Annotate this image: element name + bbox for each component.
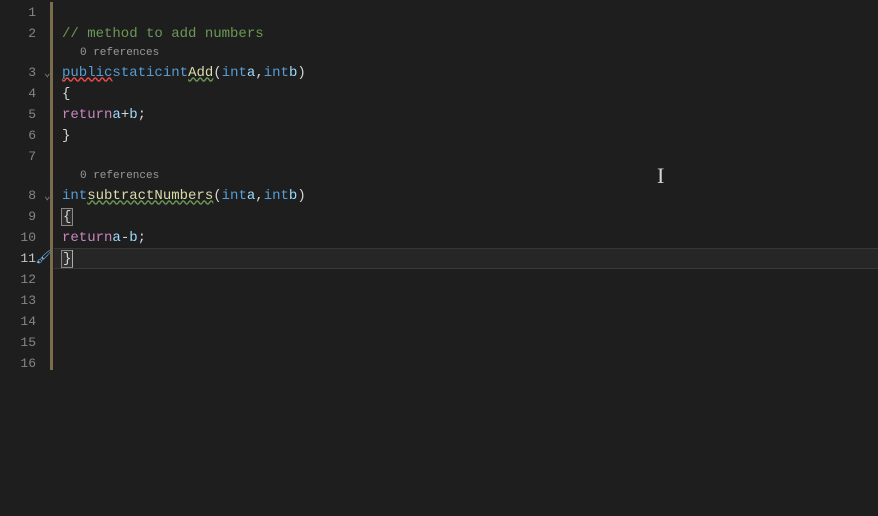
gutter-spacer bbox=[0, 167, 50, 185]
comment-text: // method to add numbers bbox=[62, 26, 264, 42]
operator-minus: - bbox=[121, 230, 129, 246]
line-number: 4 bbox=[0, 83, 50, 104]
code-line[interactable]: { bbox=[54, 83, 878, 104]
type-int: int bbox=[264, 188, 289, 204]
line-number: 5 bbox=[0, 104, 50, 125]
function-name: subtractNumbers bbox=[87, 188, 213, 204]
line-number-text: 11 bbox=[20, 251, 36, 266]
line-number-gutter: 1 2 3 4 5 6 7 8 9 10 11 🖌 12 13 14 15 16 bbox=[0, 0, 50, 516]
var-b: b bbox=[129, 107, 137, 123]
comma: , bbox=[255, 188, 263, 204]
line-number: 10 bbox=[0, 227, 50, 248]
code-line[interactable]: return a - b; bbox=[54, 227, 878, 248]
line-number: 15 bbox=[0, 332, 50, 353]
var-a: a bbox=[112, 107, 120, 123]
code-line[interactable] bbox=[54, 332, 878, 353]
code-line[interactable]: // method to add numbers bbox=[54, 23, 878, 44]
param-a: a bbox=[247, 65, 255, 81]
chevron-down-icon[interactable]: ⌄ bbox=[44, 66, 51, 80]
keyword-return: return bbox=[62, 230, 112, 246]
semicolon: ; bbox=[138, 107, 146, 123]
keyword-public: public bbox=[62, 65, 112, 81]
code-line[interactable] bbox=[54, 290, 878, 311]
text-caret bbox=[72, 250, 73, 267]
brace-close: } bbox=[62, 128, 70, 144]
type-int: int bbox=[163, 65, 188, 81]
code-line[interactable]: { bbox=[54, 206, 878, 227]
change-bar bbox=[50, 2, 53, 370]
var-a: a bbox=[112, 230, 120, 246]
codelens-references[interactable]: 0 references bbox=[54, 44, 878, 62]
paren-close: ) bbox=[297, 188, 305, 204]
code-line[interactable]: } bbox=[54, 125, 878, 146]
codelens-references[interactable]: 0 references bbox=[54, 167, 878, 185]
line-number-current: 11 🖌 bbox=[0, 248, 50, 269]
line-number: 6 bbox=[0, 125, 50, 146]
code-line-current[interactable]: } bbox=[54, 248, 878, 269]
semicolon: ; bbox=[138, 230, 146, 246]
chevron-down-icon[interactable]: ⌄ bbox=[44, 189, 51, 203]
line-number: 14 bbox=[0, 311, 50, 332]
keyword-static: static bbox=[112, 65, 162, 81]
brace-open: { bbox=[62, 86, 70, 102]
code-line[interactable] bbox=[54, 2, 878, 23]
code-line[interactable] bbox=[54, 146, 878, 167]
line-number: 7 bbox=[0, 146, 50, 167]
paren-close: ) bbox=[297, 65, 305, 81]
param-b: b bbox=[289, 188, 297, 204]
gutter-spacer bbox=[0, 44, 50, 62]
code-line[interactable]: ⌄ public static int Add(int a, int b) bbox=[54, 62, 878, 83]
code-line[interactable]: ⌄ int subtractNumbers(int a, int b) bbox=[54, 185, 878, 206]
comma: , bbox=[255, 65, 263, 81]
function-name: Add bbox=[188, 65, 213, 81]
code-line[interactable] bbox=[54, 311, 878, 332]
line-number: 9 bbox=[0, 206, 50, 227]
line-number: 3 bbox=[0, 62, 50, 83]
type-int: int bbox=[62, 188, 87, 204]
code-line[interactable]: return a + b; bbox=[54, 104, 878, 125]
var-b: b bbox=[129, 230, 137, 246]
param-a: a bbox=[247, 188, 255, 204]
param-b: b bbox=[289, 65, 297, 81]
line-number: 8 bbox=[0, 185, 50, 206]
type-int: int bbox=[222, 65, 247, 81]
code-line[interactable] bbox=[54, 353, 878, 374]
line-number: 12 bbox=[0, 269, 50, 290]
code-line[interactable] bbox=[54, 269, 878, 290]
operator-plus: + bbox=[121, 107, 129, 123]
line-number: 16 bbox=[0, 353, 50, 374]
line-number: 1 bbox=[0, 2, 50, 23]
brace-open-matched: { bbox=[61, 208, 73, 226]
paren-open: ( bbox=[213, 188, 221, 204]
code-editor[interactable]: 1 2 3 4 5 6 7 8 9 10 11 🖌 12 13 14 15 16… bbox=[0, 0, 878, 516]
line-number: 2 bbox=[0, 23, 50, 44]
keyword-return: return bbox=[62, 107, 112, 123]
type-int: int bbox=[222, 188, 247, 204]
line-number: 13 bbox=[0, 290, 50, 311]
type-int: int bbox=[264, 65, 289, 81]
paren-open: ( bbox=[213, 65, 221, 81]
code-content[interactable]: // method to add numbers 0 references ⌄ … bbox=[54, 0, 878, 516]
